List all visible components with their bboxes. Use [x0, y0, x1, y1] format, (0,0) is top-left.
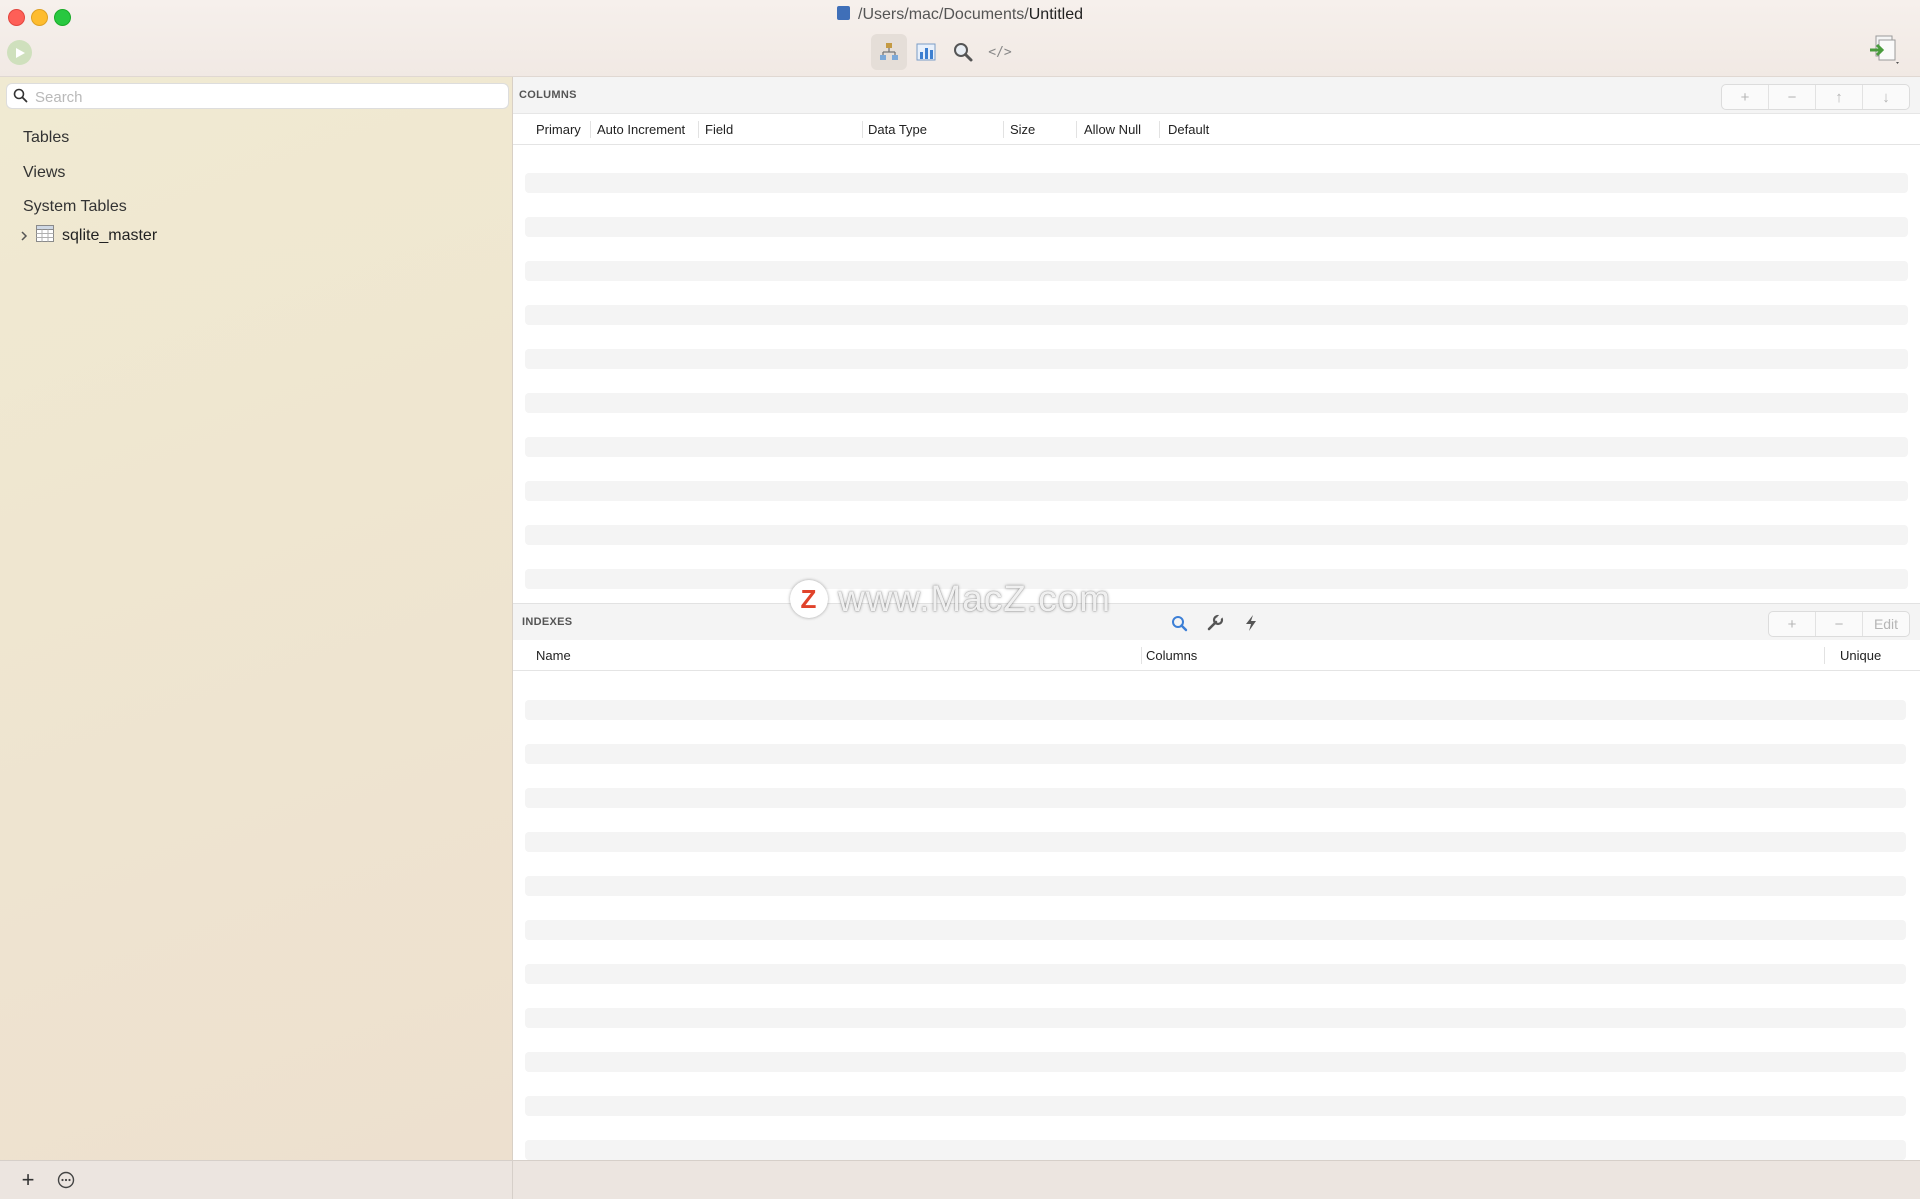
empty-row [525, 305, 1908, 325]
column-divider[interactable] [1824, 647, 1825, 664]
remove-index-button[interactable]: − [1816, 612, 1863, 636]
code-tool-button[interactable]: </> [982, 34, 1018, 70]
search-icon [1171, 615, 1187, 631]
empty-row [525, 569, 1908, 589]
empty-row [525, 217, 1908, 237]
empty-row [525, 349, 1908, 369]
ellipsis-circle-icon [57, 1171, 75, 1189]
more-options-button[interactable] [54, 1169, 78, 1191]
trigger-button[interactable] [1239, 613, 1263, 633]
wrench-button[interactable] [1203, 613, 1227, 633]
search-tool-button[interactable] [945, 34, 981, 70]
column-divider[interactable] [590, 121, 591, 138]
empty-row [525, 788, 1906, 808]
empty-row [525, 525, 1908, 545]
empty-row [525, 1140, 1906, 1160]
empty-row [525, 1096, 1906, 1116]
move-column-up-button[interactable]: ↑ [1816, 85, 1863, 109]
column-divider[interactable] [698, 121, 699, 138]
column-divider[interactable] [1159, 121, 1160, 138]
code-icon: </> [988, 44, 1012, 60]
column-header-name[interactable]: Name [536, 648, 571, 664]
sidebar-search[interactable] [6, 83, 509, 109]
indexes-pane-header: INDEXES + − Edit [513, 603, 1920, 641]
chart-tool-button[interactable] [908, 34, 944, 70]
window-path: /Users/mac/Documents/ [858, 6, 1029, 23]
search-indexes-button[interactable] [1167, 613, 1191, 633]
empty-row [525, 437, 1908, 457]
column-header-primary[interactable]: Primary [536, 122, 581, 138]
database-document-icon [837, 6, 851, 20]
run-button[interactable] [7, 40, 32, 65]
empty-row [525, 744, 1906, 764]
window-filename: Untitled [1028, 6, 1083, 23]
sidebar-item-sqlite-master[interactable]: sqlite_master [18, 224, 157, 248]
empty-row [525, 832, 1906, 852]
sidebar-section-views[interactable]: Views [23, 164, 65, 182]
column-header-allow-null[interactable]: Allow Null [1084, 122, 1141, 138]
columns-button-group: + − ↑ ↓ [1721, 84, 1910, 110]
sidebar-item-label: sqlite_master [62, 227, 158, 244]
watermark-text: www.MacZ.com [838, 578, 1112, 619]
empty-row [525, 1052, 1906, 1072]
disclosure-chevron-icon[interactable] [18, 230, 30, 242]
lightning-icon [1246, 615, 1256, 631]
empty-row [525, 261, 1908, 281]
column-header-default[interactable]: Default [1168, 122, 1209, 138]
add-index-button[interactable]: + [1769, 612, 1816, 636]
columns-table-header: Primary Auto Increment Field Data Type S… [513, 114, 1920, 145]
column-header-unique[interactable]: Unique [1840, 648, 1881, 664]
indexes-tools [1167, 613, 1263, 633]
columns-pane-title: COLUMNS [519, 89, 577, 101]
add-table-button[interactable]: + [16, 1167, 40, 1192]
table-icon [36, 225, 54, 247]
indexes-button-group: + − Edit [1768, 611, 1910, 637]
search-input[interactable] [33, 86, 497, 108]
remove-column-button[interactable]: − [1769, 85, 1816, 109]
watermark: Z www.MacZ.com [790, 578, 1111, 620]
column-header-size[interactable]: Size [1010, 122, 1035, 138]
empty-row [525, 173, 1908, 193]
play-icon [15, 47, 25, 58]
window-title: /Users/mac/Documents/Untitled [0, 6, 1920, 24]
search-icon [13, 88, 28, 103]
add-column-button[interactable]: + [1722, 85, 1769, 109]
column-divider[interactable] [1003, 121, 1004, 138]
export-button[interactable] [1866, 32, 1902, 68]
empty-row [525, 920, 1906, 940]
bottom-bar-divider [512, 1161, 513, 1199]
columns-pane-header: COLUMNS + − ↑ ↓ [513, 77, 1920, 114]
title-bar: /Users/mac/Documents/Untitled </> [0, 0, 1920, 77]
indexes-table-header: Name Columns Unique [513, 640, 1920, 671]
column-divider[interactable] [862, 121, 863, 138]
empty-row [525, 700, 1906, 720]
wrench-icon [1207, 614, 1224, 631]
move-column-down-button[interactable]: ↓ [1863, 85, 1909, 109]
sidebar-section-system-tables[interactable]: System Tables [23, 198, 127, 216]
empty-row [525, 876, 1906, 896]
edit-index-button[interactable]: Edit [1863, 612, 1909, 636]
sidebar: Tables Views System Tables sqlite_master [0, 77, 513, 1160]
column-header-field[interactable]: Field [705, 122, 733, 138]
column-header-data-type[interactable]: Data Type [868, 122, 927, 138]
column-header-auto-increment[interactable]: Auto Increment [597, 122, 685, 138]
search-icon [954, 43, 973, 62]
sidebar-section-tables[interactable]: Tables [23, 129, 69, 147]
watermark-logo: Z [790, 580, 828, 618]
chart-icon [916, 43, 936, 61]
bottom-bar: + [0, 1160, 1920, 1199]
structure-icon [880, 43, 898, 60]
column-divider[interactable] [1076, 121, 1077, 138]
empty-row [525, 964, 1906, 984]
column-header-columns[interactable]: Columns [1146, 648, 1197, 664]
structure-tool-button[interactable] [871, 34, 907, 70]
empty-row [525, 393, 1908, 413]
column-divider[interactable] [1141, 647, 1142, 664]
empty-row [525, 481, 1908, 501]
empty-row [525, 1008, 1906, 1028]
main-area: COLUMNS + − ↑ ↓ Primary Auto Increment F… [513, 77, 1920, 1160]
export-icon [1870, 35, 1899, 64]
indexes-pane-title: INDEXES [522, 616, 573, 628]
